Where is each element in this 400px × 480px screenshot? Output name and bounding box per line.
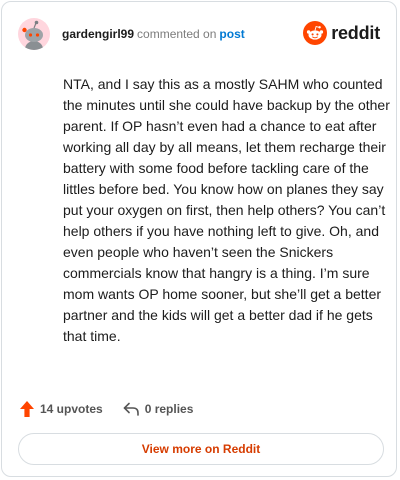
reply-arrow-icon: [123, 402, 139, 416]
reddit-wordmark: reddit: [331, 22, 380, 43]
upvote-button[interactable]: 14 upvotes: [20, 401, 103, 417]
comment-actions: 14 upvotes 0 replies: [20, 400, 193, 418]
commented-on-text: commented on: [137, 27, 217, 41]
view-more-button[interactable]: View more on Reddit: [18, 433, 384, 465]
reply-count: 0 replies: [144, 402, 194, 416]
upvote-arrow-icon: [20, 401, 34, 417]
comment-body: NTA, and I say this as a mostly SAHM who…: [63, 76, 390, 344]
user-avatar[interactable]: [18, 18, 50, 50]
reddit-brand[interactable]: reddit: [303, 21, 380, 45]
upvote-count: 14 upvotes: [40, 402, 103, 416]
post-link[interactable]: post: [219, 27, 244, 41]
comment-header: gardengirl99 commented on post reddit: [18, 18, 380, 52]
comment-meta: gardengirl99 commented on post: [62, 27, 245, 41]
reddit-logo-icon: [303, 21, 328, 45]
snoo-avatar-icon: [22, 20, 43, 50]
embedded-comment-card: gardengirl99 commented on post reddit NTA,…: [1, 1, 397, 477]
username-link[interactable]: gardengirl99: [62, 27, 134, 41]
reply-button[interactable]: 0 replies: [123, 402, 194, 416]
